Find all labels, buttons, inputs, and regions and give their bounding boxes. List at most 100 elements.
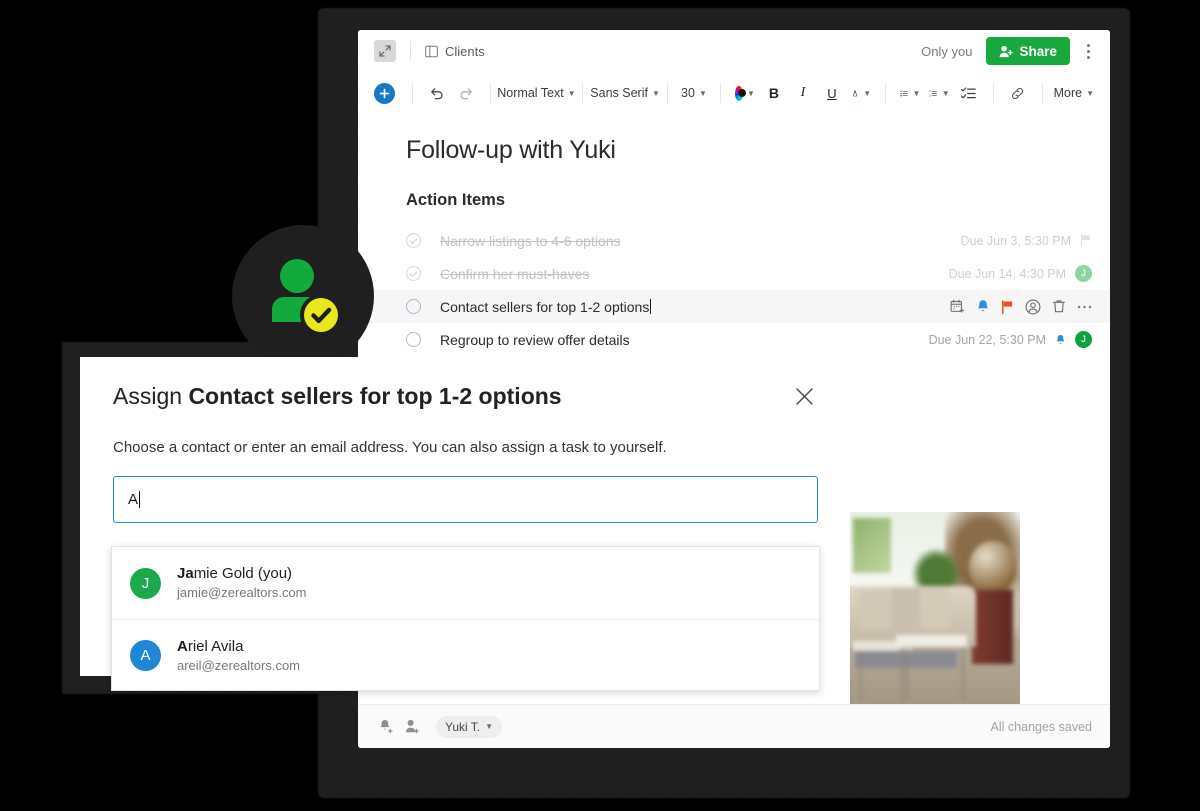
toolbar-divider-6 — [885, 83, 887, 103]
task-label: Regroup to review offer details — [440, 331, 630, 348]
share-button[interactable]: Share — [986, 37, 1070, 65]
task-label: Narrow listings to 4-6 options — [440, 232, 621, 249]
task-label: Contact sellers for top 1-2 options — [440, 298, 650, 315]
underline-button[interactable]: U — [819, 80, 845, 106]
numbered-list-icon[interactable]: 12 ▼ — [926, 80, 952, 106]
toolbar-divider-4 — [667, 83, 669, 103]
page-title: Follow-up with Yuki — [406, 136, 616, 164]
contact-email: areil@zerealtors.com — [177, 657, 301, 673]
chevron-down-icon: ▼ — [698, 88, 707, 98]
task-label: Confirm her must-haves — [440, 265, 590, 282]
window-header: Clients Only you Share — [358, 30, 1110, 72]
assign-person-icon[interactable] — [1025, 299, 1041, 315]
kebab-menu-icon[interactable] — [1078, 40, 1098, 62]
avatar: J — [130, 567, 161, 599]
breadcrumb[interactable]: Clients — [425, 44, 485, 59]
bell-icon[interactable] — [976, 299, 990, 314]
expand-arrows-icon[interactable] — [374, 40, 396, 62]
flag-icon[interactable] — [1001, 299, 1014, 314]
bold-label: B — [768, 85, 779, 101]
more-toolbar-options[interactable]: More ▼ — [1054, 80, 1094, 106]
highlight-pen-icon[interactable]: ▼ — [848, 80, 874, 106]
living-room-photo — [850, 512, 1020, 717]
font-size-dropdown[interactable]: 30 ▼ — [679, 80, 708, 106]
breadcrumb-label: Clients — [445, 43, 485, 59]
font-family-label: Sans Serif — [590, 86, 648, 100]
contact-name-rest: riel Avila — [187, 637, 244, 655]
contact-name-match: A — [177, 637, 188, 655]
assignee-chip[interactable]: Yuki T. ▼ — [436, 715, 503, 738]
contact-suggestions-dropdown: J Jamie Gold (you) jamie@zerealtors.com … — [111, 546, 820, 691]
chevron-down-icon: ▼ — [746, 88, 755, 98]
assign-person-badge — [232, 225, 374, 367]
link-icon[interactable] — [1005, 80, 1031, 106]
task-row-active[interactable]: Contact sellers for top 1-2 options — [358, 290, 1110, 323]
task-list: Narrow listings to 4-6 options Due Jun 3… — [358, 224, 1110, 356]
task-checkbox[interactable] — [406, 299, 421, 314]
italic-button[interactable]: I — [790, 80, 816, 106]
toolbar-divider-8 — [1041, 83, 1043, 103]
flag-icon[interactable] — [1080, 234, 1092, 247]
undo-icon[interactable] — [424, 80, 450, 106]
task-row[interactable]: Regroup to review offer details Due Jun … — [358, 323, 1110, 356]
share-label: Share — [1019, 43, 1057, 59]
bold-button[interactable]: B — [761, 80, 787, 106]
text-cursor — [650, 298, 652, 314]
svg-text:1: 1 — [929, 89, 931, 93]
person-add-icon — [999, 45, 1014, 58]
header-divider — [410, 41, 411, 61]
chevron-down-icon: ▼ — [863, 88, 872, 98]
screenshot-stage: Clients Only you Share Normal Text ▼ San… — [0, 0, 1200, 811]
redo-icon[interactable] — [453, 80, 479, 106]
contact-search-input[interactable]: A — [113, 475, 818, 523]
contact-search-value: A — [128, 490, 139, 508]
chevron-down-icon: ▼ — [912, 88, 921, 98]
checklist-icon[interactable] — [956, 80, 982, 106]
chevron-down-icon: ▼ — [485, 722, 494, 731]
task-action-icons — [950, 299, 1092, 315]
presence-label: Only you — [921, 43, 973, 59]
delete-icon[interactable] — [1052, 299, 1066, 314]
list-item[interactable]: A Ariel Avila areil@zerealtors.com — [112, 619, 819, 691]
contact-email: jamie@zerealtors.com — [177, 585, 307, 601]
avatar[interactable]: J — [1075, 331, 1092, 348]
font-family-dropdown[interactable]: Sans Serif ▼ — [590, 80, 660, 106]
calendar-add-icon[interactable] — [950, 299, 965, 314]
toolbar-divider-3 — [581, 83, 583, 103]
task-row[interactable]: Narrow listings to 4-6 options Due Jun 3… — [358, 224, 1110, 257]
add-reminder-icon[interactable] — [378, 718, 395, 736]
dialog-title-prefix: Assign — [113, 383, 183, 409]
task-checkbox[interactable] — [406, 266, 421, 281]
bell-icon[interactable] — [1055, 334, 1066, 346]
task-due-date: Due Jun 14, 4:30 PM — [948, 266, 1066, 281]
bulleted-list-icon[interactable]: ▼ — [897, 80, 923, 106]
add-assignee-icon[interactable] — [404, 718, 421, 736]
section-heading: Action Items — [406, 191, 506, 209]
task-due-date: Due Jun 22, 5:30 PM — [928, 332, 1046, 347]
more-options-icon[interactable] — [1077, 304, 1092, 310]
avatar[interactable]: J — [1075, 265, 1092, 282]
paragraph-style-dropdown[interactable]: Normal Text ▼ — [497, 80, 575, 106]
close-icon[interactable] — [791, 383, 817, 409]
dialog-title: Assign Contact sellers for top 1-2 optio… — [113, 383, 562, 411]
toolbar-divider-5 — [719, 83, 721, 103]
person-check-icon — [272, 259, 342, 336]
dialog-header: Assign Contact sellers for top 1-2 optio… — [80, 357, 847, 411]
text-color-wheel-icon[interactable]: ▼ — [732, 80, 758, 106]
svg-text:2: 2 — [929, 93, 931, 97]
dialog-input-wrapper: A — [80, 456, 847, 523]
formatting-toolbar: Normal Text ▼ Sans Serif ▼ 30 ▼ ▼ B I U … — [358, 72, 1110, 114]
assignee-label: Yuki T. — [445, 719, 481, 734]
document-panel-icon — [425, 45, 438, 58]
chevron-down-icon: ▼ — [651, 88, 660, 98]
task-checkbox[interactable] — [406, 332, 421, 347]
task-checkbox[interactable] — [406, 233, 421, 248]
chevron-down-icon: ▼ — [941, 88, 950, 98]
paragraph-style-label: Normal Text — [497, 86, 564, 100]
toolbar-divider-1 — [412, 83, 413, 103]
list-item[interactable]: J Jamie Gold (you) jamie@zerealtors.com — [112, 547, 819, 619]
task-row[interactable]: Confirm her must-haves Due Jun 14, 4:30 … — [358, 257, 1110, 290]
add-content-button[interactable] — [374, 82, 395, 104]
window-footer: Yuki T. ▼ All changes saved — [358, 704, 1110, 748]
more-label: More — [1053, 86, 1083, 100]
